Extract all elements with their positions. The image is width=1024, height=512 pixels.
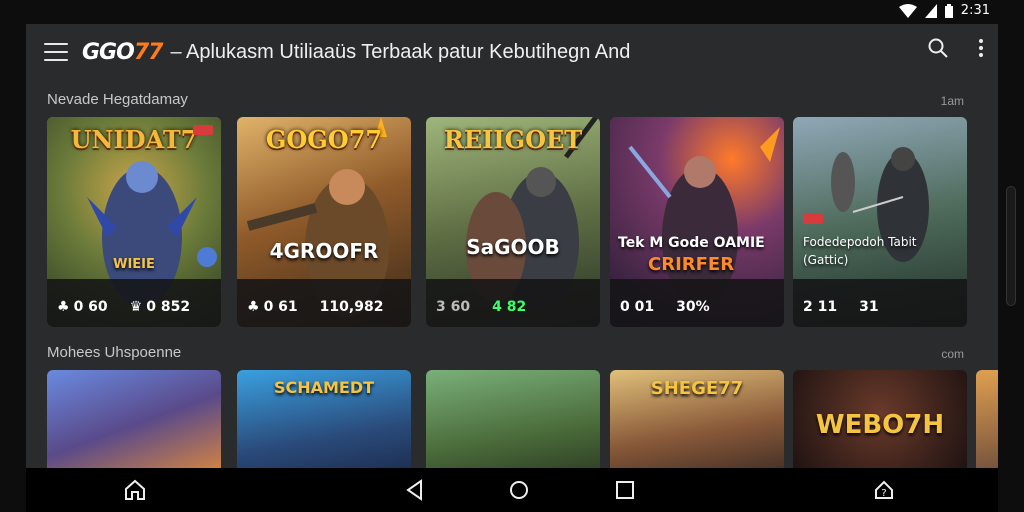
status-time: 2:31: [960, 3, 990, 18]
stat-players: 3 60: [436, 299, 471, 315]
game-card-7[interactable]: SCHAMEDT: [237, 370, 411, 468]
game-badge-sub: (Gattic): [803, 253, 849, 267]
stat-rating: 0 852: [146, 299, 191, 315]
game-title: WEBO7H: [815, 410, 945, 440]
game-title: SCHAMEDT: [273, 378, 375, 397]
stat-players: 2 11: [803, 299, 838, 315]
menu-icon[interactable]: [44, 43, 68, 61]
stat-rating: 30%: [676, 299, 710, 315]
circle-home-icon[interactable]: [507, 478, 531, 502]
signal-icon: [924, 3, 937, 18]
square-recents-icon[interactable]: [613, 478, 637, 502]
section-title-2: Mohees Uhspoenne: [47, 344, 182, 361]
stat-players: 0 01: [620, 299, 655, 315]
players-icon: ♣: [247, 299, 260, 315]
hot-tag: [193, 125, 213, 135]
game-badge: Tek M Gode OAMIE: [618, 235, 765, 251]
game-card-8[interactable]: [426, 370, 600, 468]
players-icon: ♣: [57, 299, 70, 315]
game-art: [976, 370, 998, 468]
game-card-9[interactable]: SHEGE77: [610, 370, 784, 468]
game-card-6[interactable]: [47, 370, 221, 468]
svg-text:?: ?: [881, 488, 886, 499]
app-title: – Aplukasm Utiliaaüs Terbaak patur Kebut…: [170, 40, 631, 63]
section-more-1[interactable]: 1am: [941, 94, 964, 108]
game-art: [47, 370, 221, 468]
game-card-10[interactable]: WEBO7H: [793, 370, 967, 468]
game-title: SHEGE77: [650, 378, 744, 399]
game-badge-sub: CRIRFER: [648, 254, 735, 275]
game-card-5[interactable]: Fodedepodoh Tabit (Gattic) 2 11 31: [793, 117, 967, 327]
game-title: REIIGOET: [443, 125, 583, 154]
back-icon[interactable]: [403, 478, 427, 502]
game-badge: 4GROOFR: [269, 239, 379, 263]
status-bar: 2:31: [0, 0, 1024, 24]
wifi-icon: [898, 3, 917, 18]
game-card-4[interactable]: Tek M Gode OAMIE CRIRFER 0 01 30%: [610, 117, 784, 327]
navigation-bar: ?: [26, 468, 998, 512]
game-badge: SaGOOB: [466, 235, 560, 259]
stat-players: 0 61: [263, 299, 298, 315]
stat-rating: 31: [859, 299, 879, 315]
app-screen: GGO77 – Aplukasm Utiliaaüs Terbaak patur…: [26, 24, 998, 468]
support-icon[interactable]: ?: [872, 478, 896, 502]
game-badge: WIEIE: [113, 257, 155, 272]
game-title: GOGO77: [265, 125, 383, 154]
game-card-11[interactable]: [976, 370, 998, 468]
game-card-3[interactable]: REIIGOET SaGOOB 3 60 4 82: [426, 117, 600, 327]
stat-rating: 4 82: [492, 299, 527, 315]
more-vert-icon[interactable]: [978, 38, 984, 58]
section-more-2[interactable]: com: [941, 347, 964, 361]
game-badge: Fodedepodoh Tabit: [803, 235, 917, 249]
stat-rating: 110,982: [319, 299, 384, 315]
game-art: [426, 370, 600, 468]
search-icon[interactable]: [928, 38, 948, 58]
battery-icon: [944, 3, 953, 18]
game-card-2[interactable]: GOGO77 4GROOFR ♣ 0 61 110,982: [237, 117, 411, 327]
power-button: [1006, 186, 1016, 306]
home-icon[interactable]: [123, 478, 147, 502]
hot-tag: [803, 214, 823, 224]
app-bar: GGO77 – Aplukasm Utiliaaüs Terbaak patur…: [26, 24, 998, 80]
game-card-1[interactable]: UNIDAT7 WIEIE ♣ 0 60 ♛ 0 852: [47, 117, 221, 327]
section-title-1: Nevade Hegatdamay: [47, 91, 188, 108]
stat-players: 0 60: [73, 299, 108, 315]
rating-icon: ♛: [129, 299, 143, 315]
tablet-device: 2:31 GGO77 – Aplukasm Utiliaaüs Terbaak …: [0, 0, 1024, 512]
app-logo: GGO77: [82, 39, 163, 65]
